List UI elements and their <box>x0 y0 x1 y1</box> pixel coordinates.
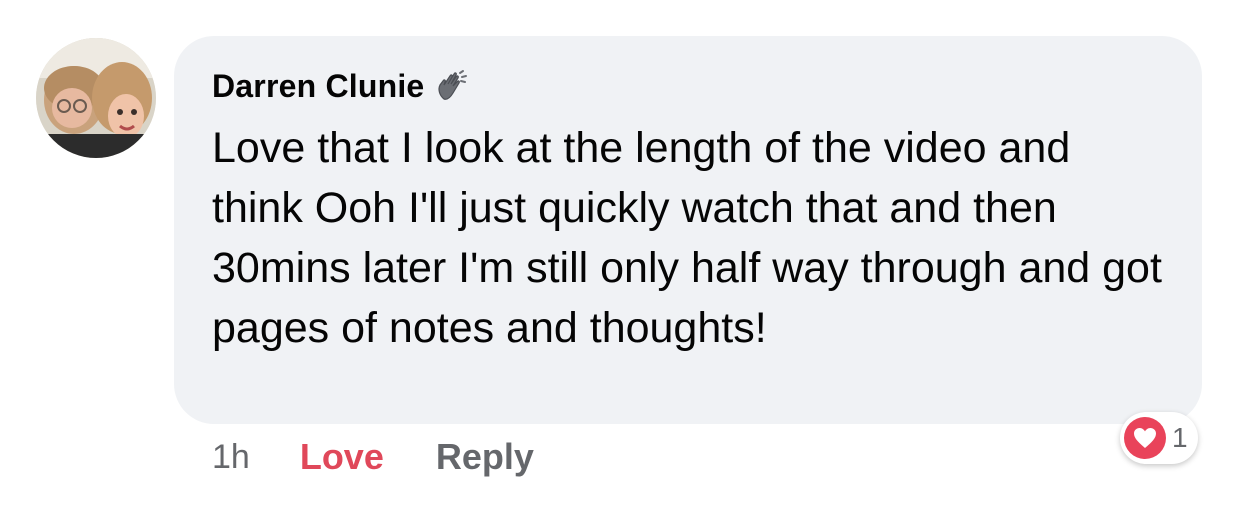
author-row: Darren Clunie <box>212 64 1162 108</box>
reaction-count: 1 <box>1172 422 1188 453</box>
author-name[interactable]: Darren Clunie <box>212 68 424 105</box>
comment-bubble: Darren Clunie Love that I look at the le… <box>174 36 1202 424</box>
comment-actions: 1h Love Reply <box>212 432 534 482</box>
heart-icon <box>1124 417 1166 459</box>
timestamp[interactable]: 1h <box>212 438 250 477</box>
reply-button[interactable]: Reply <box>436 436 534 478</box>
waving-hand-icon <box>434 69 468 103</box>
avatar[interactable] <box>36 38 156 158</box>
reaction-summary[interactable]: 1 <box>1120 412 1198 464</box>
comment-text: Love that I look at the length of the vi… <box>212 124 1162 352</box>
avatar-image <box>36 38 156 158</box>
comment-item: Darren Clunie Love that I look at the le… <box>0 0 1242 506</box>
love-button[interactable]: Love <box>300 436 384 478</box>
